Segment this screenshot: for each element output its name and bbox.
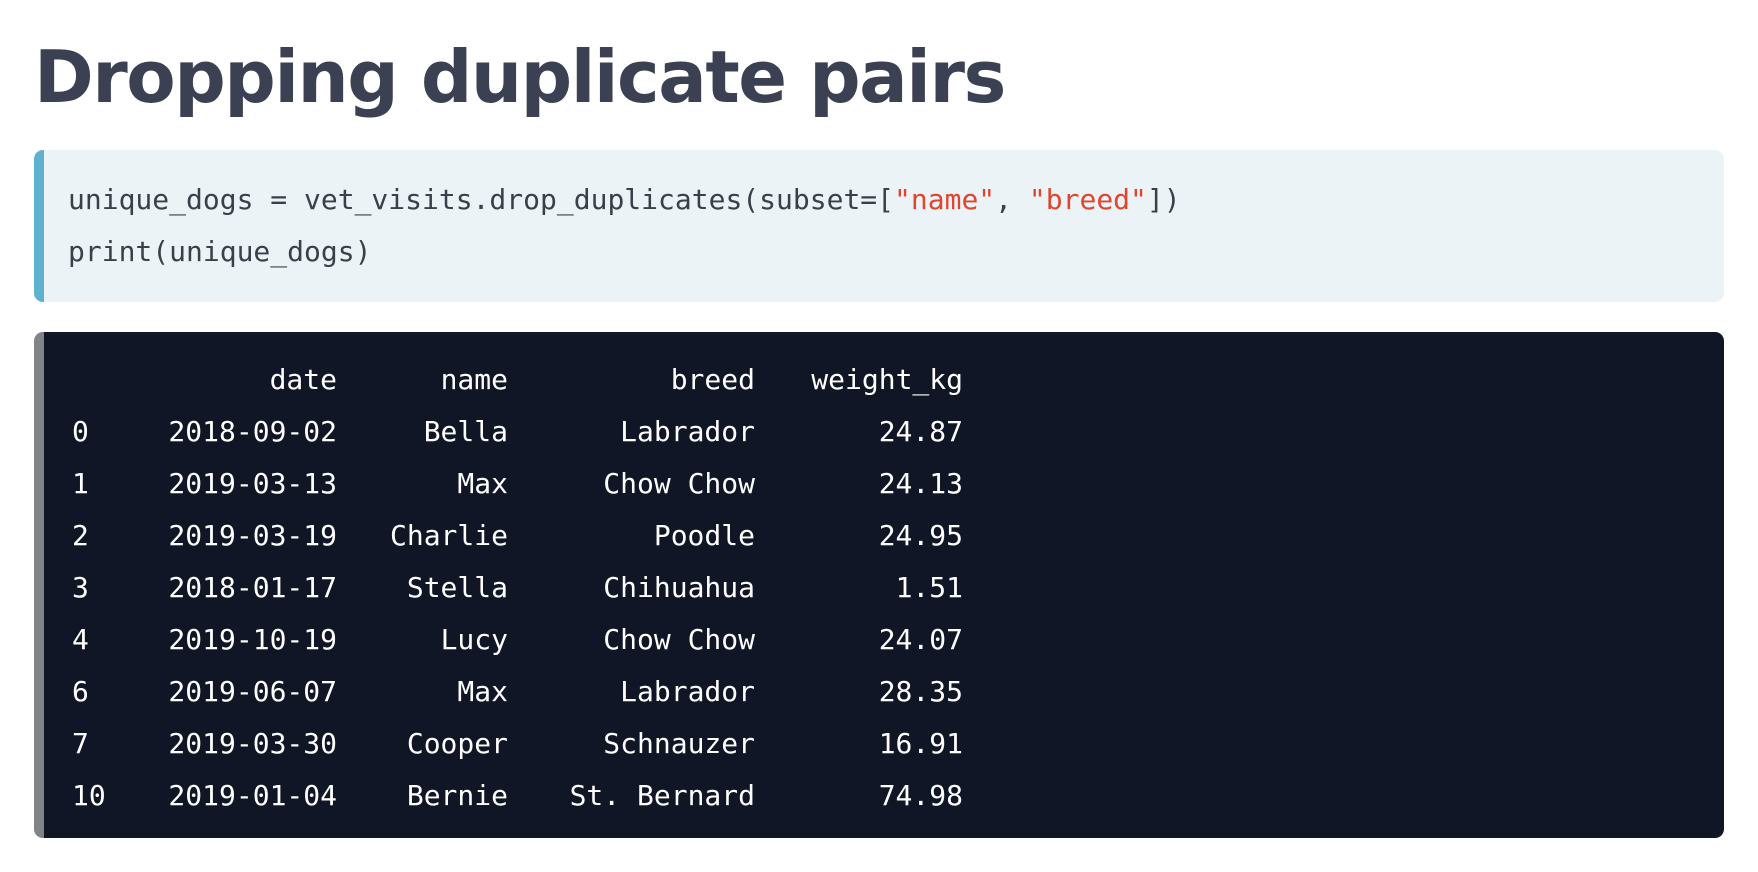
code-line-1: unique_dogs = vet_visits.drop_duplicates…	[68, 183, 1181, 216]
column-header-index	[72, 354, 148, 406]
cell-weight: 24.07	[878, 623, 963, 656]
output-block: date name breed weight_kg 0 2018-09-02 Bel…	[34, 332, 1724, 838]
table-row: 10 2019-01-04 Bernie St. Bernard 74.98	[72, 770, 963, 822]
cell-breed: Chihuahua	[603, 571, 755, 604]
column-header-name: name	[440, 363, 508, 396]
cell-date: 2019-03-30	[168, 727, 337, 760]
column-header-breed: breed	[670, 363, 755, 396]
cell-name: Bella	[423, 415, 508, 448]
output-body: 0 2018-09-02 Bella Labrador 24.87 1 2019-03-13…	[72, 406, 963, 822]
cell-date: 2019-03-13	[168, 467, 337, 500]
cell-name: Bernie	[406, 779, 508, 812]
cell-name: Charlie	[389, 519, 508, 552]
cell-weight: 16.91	[878, 727, 963, 760]
code-string-breed: "breed"	[1028, 183, 1147, 216]
cell-name: Cooper	[406, 727, 508, 760]
cell-name: Max	[457, 675, 508, 708]
cell-date: 2019-03-19	[168, 519, 337, 552]
cell-breed: Schnauzer	[603, 727, 755, 760]
row-index: 6	[72, 675, 89, 708]
row-index: 4	[72, 623, 89, 656]
cell-weight: 24.87	[878, 415, 963, 448]
cell-date: 2019-01-04	[168, 779, 337, 812]
cell-breed: Labrador	[620, 675, 755, 708]
slide-title: Dropping duplicate pairs	[34, 35, 1006, 119]
row-index: 0	[72, 415, 89, 448]
code-block: unique_dogs = vet_visits.drop_duplicates…	[34, 150, 1724, 302]
row-index: 10	[72, 779, 106, 812]
code-string-name: "name"	[894, 183, 996, 216]
table-row: 3 2018-01-17 Stella Chihuahua 1.51	[72, 562, 963, 614]
code-text-end: ])	[1146, 183, 1181, 216]
cell-name: Lucy	[440, 623, 508, 656]
cell-breed: St. Bernard	[569, 779, 755, 812]
table-row: 7 2019-03-30 Cooper Schnauzer 16.91	[72, 718, 963, 770]
row-index: 7	[72, 727, 89, 760]
column-header-weight: weight_kg	[811, 363, 963, 396]
cell-date: 2018-01-17	[168, 571, 337, 604]
cell-breed: Labrador	[620, 415, 755, 448]
cell-breed: Chow Chow	[603, 623, 755, 656]
table-row: 0 2018-09-02 Bella Labrador 24.87	[72, 406, 963, 458]
table-row: 4 2019-10-19 Lucy Chow Chow 24.07	[72, 614, 963, 666]
cell-name: Stella	[406, 571, 508, 604]
cell-date: 2019-06-07	[168, 675, 337, 708]
output-header-row: date name breed weight_kg	[72, 354, 963, 406]
column-header-date: date	[269, 363, 337, 396]
cell-breed: Chow Chow	[603, 467, 755, 500]
cell-weight: 1.51	[895, 571, 963, 604]
code-text: unique_dogs = vet_visits.drop_duplicates…	[68, 183, 895, 216]
output-table: date name breed weight_kg 0 2018-09-02 Bel…	[72, 354, 963, 822]
cell-date: 2018-09-02	[168, 415, 337, 448]
cell-weight: 24.13	[878, 467, 963, 500]
table-row: 1 2019-03-13 Max Chow Chow 24.13	[72, 458, 963, 510]
cell-date: 2019-10-19	[168, 623, 337, 656]
cell-name: Max	[457, 467, 508, 500]
code-line-2: print(unique_dogs)	[68, 235, 372, 268]
row-index: 3	[72, 571, 89, 604]
row-index: 1	[72, 467, 89, 500]
cell-weight: 24.95	[878, 519, 963, 552]
cell-weight: 74.98	[878, 779, 963, 812]
cell-breed: Poodle	[653, 519, 755, 552]
row-index: 2	[72, 519, 89, 552]
code-separator: ,	[995, 183, 1029, 216]
table-row: 6 2019-06-07 Max Labrador 28.35	[72, 666, 963, 718]
cell-weight: 28.35	[878, 675, 963, 708]
table-row: 2 2019-03-19 Charlie Poodle 24.95	[72, 510, 963, 562]
